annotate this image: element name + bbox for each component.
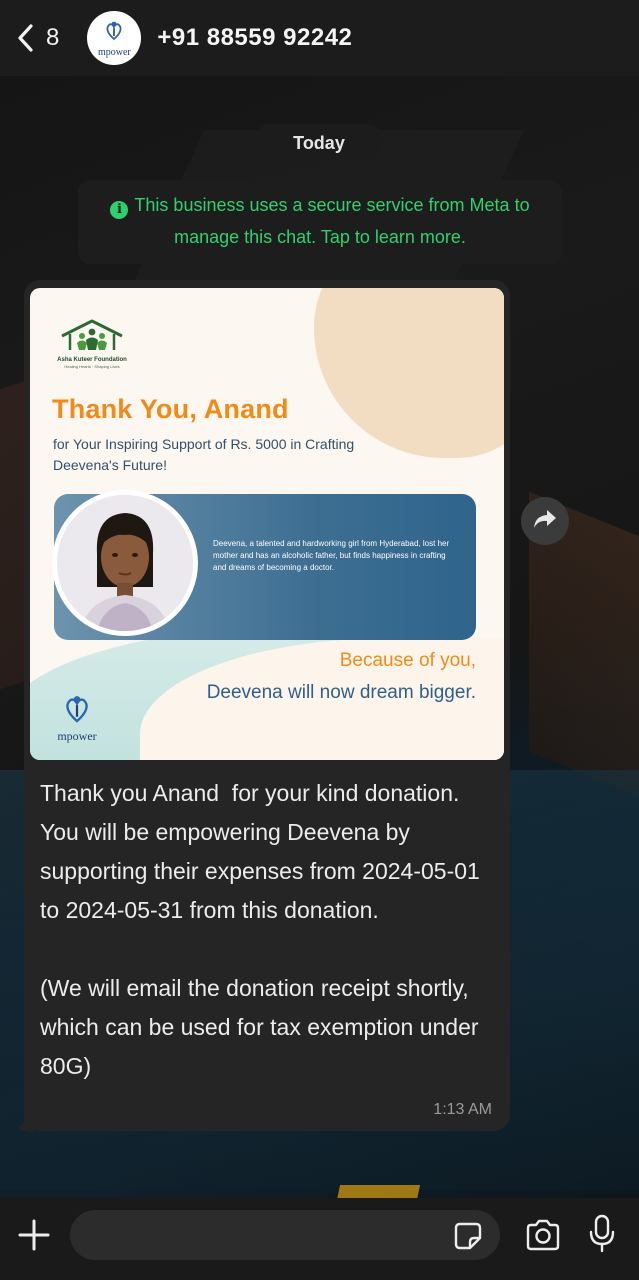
org-name: Asha Kuteer Foundation <box>57 357 127 363</box>
card-brand-text: mpower <box>57 729 97 743</box>
camera-button[interactable] <box>524 1218 562 1252</box>
unread-count: 8 <box>46 24 60 51</box>
story-text: Deevena, a talented and hardworking girl… <box>213 539 450 572</box>
message-bubble[interactable]: Asha Kuteer Foundation Healing Hearts · … <box>24 280 510 1131</box>
message-text: Thank you Anand for your kind donation. … <box>40 780 480 1079</box>
forward-arrow-icon <box>533 508 557 535</box>
camera-icon <box>524 1219 562 1256</box>
avatar[interactable]: mpower <box>87 11 142 65</box>
mpower-logo-icon <box>61 696 93 728</box>
card-tagline-line1: Because of you, <box>339 650 476 671</box>
mpower-logo-icon <box>103 19 125 46</box>
house-family-icon <box>58 319 126 356</box>
avatar-brand-text: mpower <box>97 46 131 58</box>
card-decoration <box>314 288 504 458</box>
contact-title[interactable]: +91 88559 92242 <box>157 24 352 52</box>
plus-icon <box>16 1219 52 1257</box>
sticker-icon <box>452 1222 484 1256</box>
attach-button[interactable] <box>16 1217 52 1253</box>
back-button[interactable]: 8 <box>16 23 59 53</box>
chat-screen: 8 mpower +91 88559 92242 Today i This bus… <box>0 0 639 1280</box>
business-notice[interactable]: i This business uses a secure service fro… <box>78 180 562 264</box>
beneficiary-photo <box>57 495 193 631</box>
org-logo: Asha Kuteer Foundation Healing Hearts · … <box>52 318 132 369</box>
chevron-left-icon <box>16 23 34 53</box>
microphone-button[interactable] <box>588 1214 616 1254</box>
card-tagline-line2: Deevena will now dream bigger. <box>206 682 476 703</box>
microphone-icon <box>588 1214 616 1258</box>
card-heading: Thank You, Anand <box>52 394 289 424</box>
card-subheading: for Your Inspiring Support of Rs. 5000 i… <box>53 436 355 473</box>
info-icon: i <box>110 201 129 219</box>
message-image-card[interactable]: Asha Kuteer Foundation Healing Hearts · … <box>30 288 504 760</box>
notice-text: This business uses a secure service from… <box>134 195 530 247</box>
composer-bar <box>0 1198 639 1280</box>
chat-header: 8 mpower +91 88559 92242 <box>0 0 639 76</box>
sticker-button[interactable] <box>452 1220 484 1252</box>
message-timestamp: 1:13 AM <box>433 1101 492 1118</box>
message-input[interactable] <box>70 1210 500 1260</box>
forward-button[interactable] <box>521 497 569 545</box>
org-tagline: Healing Hearts · Shaping Lives <box>64 364 120 369</box>
date-separator: Today <box>259 124 379 162</box>
card-brand-logo: mpower <box>50 692 104 744</box>
